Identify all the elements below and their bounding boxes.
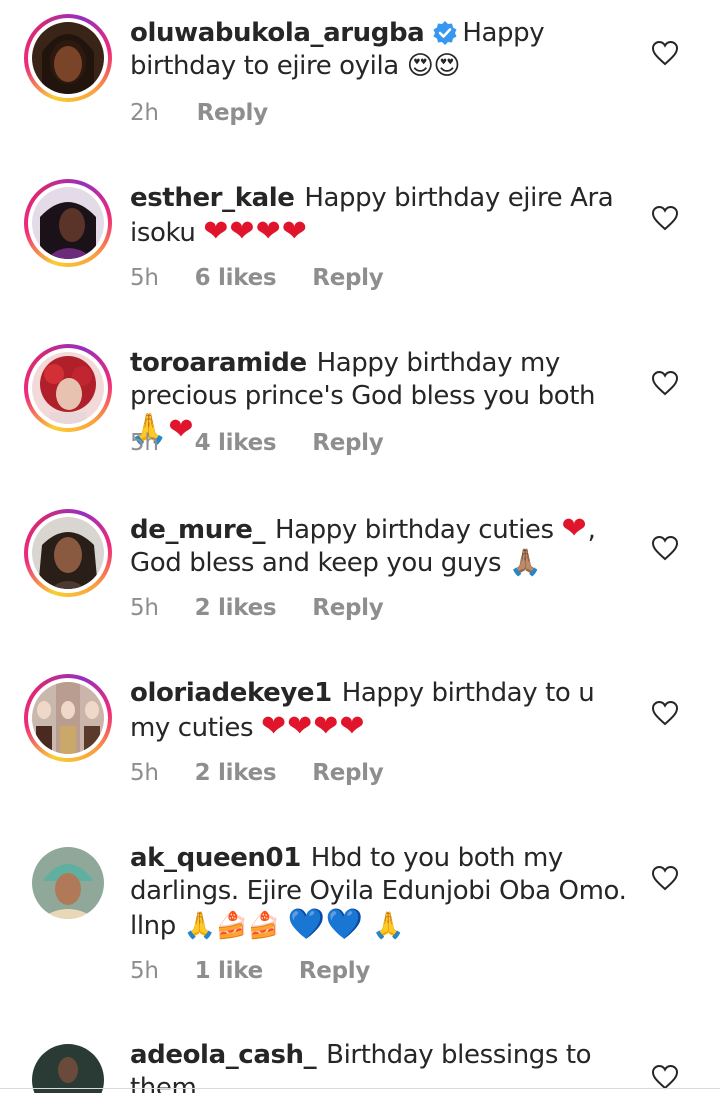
comment-text: ak_queen01 Hbd to you both my darlings. …: [130, 842, 635, 943]
comment-time: 5h: [130, 265, 159, 291]
comment-meta: 5h 1 like Reply: [130, 958, 406, 984]
avatar[interactable]: [32, 847, 104, 919]
avatar: [32, 517, 104, 589]
comment-username[interactable]: oluwabukola_arugba: [130, 18, 425, 48]
comment-text: esther_kale Happy birthday ejire Ara iso…: [130, 182, 630, 250]
comment-username[interactable]: oloriadekeye1: [130, 678, 332, 708]
heart-outline-icon[interactable]: [651, 535, 679, 561]
heart-outline-icon[interactable]: [651, 700, 679, 726]
comment-username[interactable]: ak_queen01: [130, 843, 301, 873]
comment-username[interactable]: esther_kale: [130, 183, 295, 213]
comment-body: Happy birthday cuties: [274, 515, 554, 545]
avatar: [32, 187, 104, 259]
verified-badge-icon: [433, 21, 457, 45]
comment-meta: 5h 2 likes Reply: [130, 595, 419, 621]
heart-outline-icon[interactable]: [651, 865, 679, 891]
reply-button[interactable]: Reply: [312, 760, 383, 786]
avatar-story-ring[interactable]: [24, 179, 112, 267]
comment-meta: 5h 6 likes Reply: [130, 265, 419, 291]
comment-meta: 5h 2 likes Reply: [130, 760, 419, 786]
heart-outline-icon[interactable]: [651, 1064, 679, 1090]
comment-username[interactable]: toroaramide: [130, 348, 307, 378]
avatar[interactable]: [32, 1044, 104, 1093]
comment-text: oloriadekeye1 Happy birthday to u my cut…: [130, 677, 630, 745]
likes-count[interactable]: 6 likes: [195, 265, 277, 291]
avatar: [32, 22, 104, 94]
emoji: ❤❤❤❤: [261, 709, 366, 744]
comment-username[interactable]: adeola_cash_: [130, 1040, 317, 1070]
emoji: 🙏🍰🍰: [183, 911, 280, 941]
likes-count[interactable]: 4 likes: [195, 430, 277, 456]
comment-time: 5h: [130, 760, 159, 786]
comment-text: de_mure_ Happy birthday cuties ❤, God bl…: [130, 512, 630, 580]
comment-meta: 5h 4 likes Reply: [130, 430, 419, 456]
comment-time: 2h: [130, 100, 159, 126]
comment-username[interactable]: de_mure_: [130, 515, 266, 545]
heart-outline-icon[interactable]: [651, 205, 679, 231]
comment-text: adeola_cash_ Birthday blessings to them: [130, 1039, 630, 1093]
avatar-story-ring[interactable]: [24, 674, 112, 762]
emoji: ❤❤❤❤: [203, 214, 308, 249]
heart-outline-icon[interactable]: [651, 370, 679, 396]
reply-button[interactable]: Reply: [312, 595, 383, 621]
avatar: [32, 682, 104, 754]
comment-text: oluwabukola_arugba Happy birthday to ejir…: [130, 17, 630, 83]
reply-button[interactable]: Reply: [197, 100, 268, 126]
emoji: 🙏: [372, 911, 405, 941]
avatar: [32, 352, 104, 424]
emoji: 🙏🏽: [509, 548, 541, 578]
emoji: 😍😍: [406, 51, 461, 81]
heart-outline-icon[interactable]: [651, 40, 679, 66]
avatar-story-ring[interactable]: [24, 14, 112, 102]
reply-button[interactable]: Reply: [299, 958, 370, 984]
likes-count[interactable]: 1 like: [195, 958, 264, 984]
comment-time: 5h: [130, 430, 159, 456]
likes-count[interactable]: 2 likes: [195, 760, 277, 786]
emoji: 💙💙: [287, 907, 365, 942]
comment-time: 5h: [130, 958, 159, 984]
avatar-story-ring[interactable]: [24, 344, 112, 432]
likes-count[interactable]: 2 likes: [195, 595, 277, 621]
avatar-story-ring[interactable]: [24, 509, 112, 597]
divider: [0, 1088, 720, 1089]
comment-time: 5h: [130, 595, 159, 621]
comment-meta: 2h Reply: [130, 100, 304, 126]
reply-button[interactable]: Reply: [312, 430, 383, 456]
emoji: ❤: [561, 511, 588, 546]
reply-button[interactable]: Reply: [312, 265, 383, 291]
